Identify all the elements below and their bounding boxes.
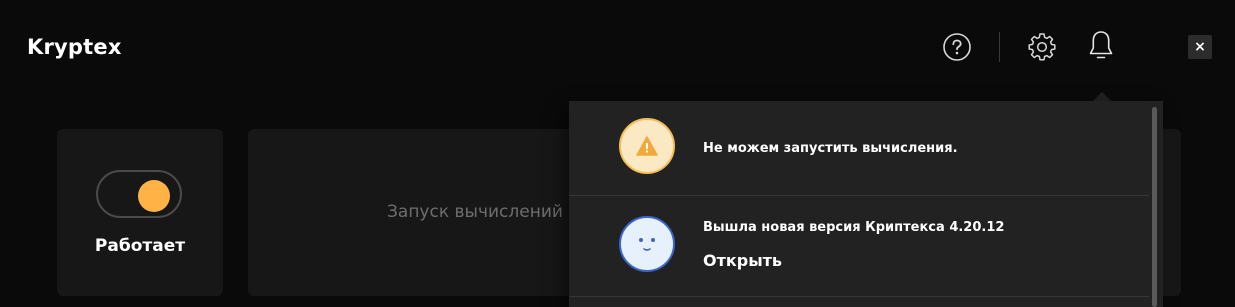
status-label: Работает (94, 236, 186, 256)
app-logo: Kryptex (27, 35, 122, 59)
help-button[interactable] (942, 32, 972, 62)
gear-icon (1028, 33, 1056, 61)
notification-item[interactable]: Не можем запустить вычисления. (569, 101, 1149, 196)
notification-avatar (619, 118, 675, 174)
smiley-face-icon (639, 238, 655, 251)
close-button[interactable]: × (1188, 35, 1212, 59)
notification-title: Вышла новая версия Криптекса 4.20.12 (703, 220, 1005, 235)
mining-toggle[interactable] (96, 170, 182, 218)
notifications-arrow (1093, 92, 1111, 101)
notification-title: Не можем запустить вычисления. (703, 141, 958, 156)
question-circle-icon (943, 33, 971, 61)
main-card-text: Запуск вычислений (387, 202, 563, 222)
toggle-knob (138, 180, 170, 212)
mining-status-card: Работает (57, 129, 223, 296)
app-window: Kryptex × Работает Запуск вычислений Не … (0, 0, 1235, 307)
header-divider (999, 32, 1000, 62)
warning-triangle-icon (636, 136, 658, 156)
notifications-button[interactable] (1085, 29, 1117, 63)
bell-icon (1089, 31, 1113, 59)
open-update-link[interactable]: Открыть (703, 251, 782, 270)
notifications-panel: Не можем запустить вычисления. Вышла нов… (569, 101, 1163, 307)
notifications-scrollbar[interactable] (1152, 107, 1157, 307)
notification-avatar (619, 216, 675, 272)
settings-button[interactable] (1026, 31, 1058, 63)
notification-item[interactable]: Вышла новая версия Криптекса 4.20.12 Отк… (569, 196, 1149, 297)
